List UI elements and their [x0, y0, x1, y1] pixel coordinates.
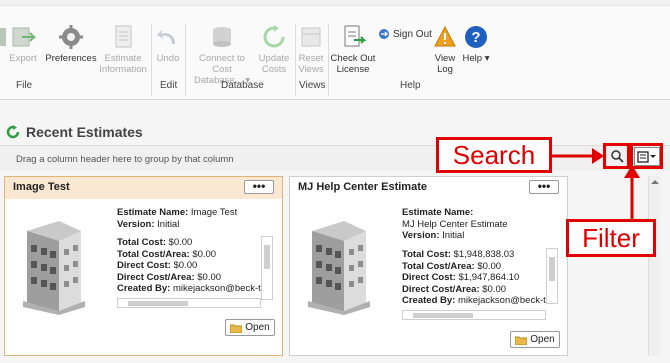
estimate-card[interactable]: MJ Help Center Estimate ••• Estimate Nam…: [289, 176, 568, 356]
license-icon: [344, 25, 366, 47]
cost-summary: Total Cost: $1,948,838.03 Total Cost/Are…: [402, 249, 560, 309]
version: Initial: [442, 230, 465, 241]
refresh-icon: [263, 25, 285, 48]
created-by-value: mikejackson@beck-te: [172, 283, 267, 294]
open-label: Open: [530, 334, 555, 345]
direct-cost-area-label: Direct Cost/Area:: [117, 271, 195, 283]
database-icon: [213, 27, 231, 47]
export-button[interactable]: Export: [8, 24, 38, 64]
total-cost-value: $1,948,838.03: [453, 249, 515, 260]
scroll-thumb[interactable]: [549, 257, 555, 281]
recent-estimates-header: Recent Estimates: [6, 124, 143, 140]
group-hint-text: Drag a column header here to group by th…: [16, 154, 234, 165]
direct-cost-value: $1,947,864.10: [458, 272, 520, 283]
card-meta: Estimate Name: MJ Help Center Estimate V…: [402, 207, 508, 242]
ribbon: Export Preferences Estimate Information …: [0, 0, 670, 100]
cost-horizontal-scrollbar[interactable]: [117, 298, 261, 308]
total-cost-area-label: Total Cost/Area:: [117, 248, 190, 260]
scroll-thumb[interactable]: [413, 313, 473, 318]
sign-out-icon: [379, 29, 389, 39]
update-costs-button[interactable]: Update Costs: [256, 24, 292, 75]
export-icon: [12, 27, 36, 47]
ribbon-separator: [151, 24, 152, 96]
scroll-up-icon[interactable]: [650, 178, 660, 186]
estimate-name: MJ Help Center Estimate: [402, 218, 508, 230]
view-log-button[interactable]: View Log: [432, 24, 458, 75]
card-title: Image Test: [13, 181, 70, 193]
ribbon-group-help: Help: [400, 80, 421, 91]
building-icon: [308, 221, 370, 315]
folder-icon: [515, 336, 528, 345]
ribbon-group-views: Views: [299, 80, 326, 91]
total-cost-label: Total Cost:: [402, 249, 451, 260]
filter-annotation: Filter: [566, 219, 656, 257]
ribbon-group-edit: Edit: [160, 80, 178, 91]
ribbon-separator: [295, 24, 296, 96]
open-button[interactable]: Open: [510, 331, 560, 348]
help-button[interactable]: ? Help ▾: [460, 24, 492, 64]
folder-icon: [230, 324, 243, 333]
ribbon-top-strip: [0, 0, 670, 6]
total-cost-area-value: $0.00: [477, 260, 502, 272]
open-label: Open: [245, 322, 270, 333]
document-icon: [115, 25, 132, 48]
card-header: Image Test •••: [5, 177, 282, 199]
card-title: MJ Help Center Estimate: [298, 181, 427, 193]
estimate-name-label: Estimate Name:: [117, 207, 189, 218]
created-by-label: Created By:: [402, 295, 456, 306]
cost-vertical-scrollbar[interactable]: [546, 248, 558, 304]
page-title: Recent Estimates: [26, 124, 143, 140]
search-annotation: Search: [436, 137, 552, 173]
estimate-name: Image Test: [190, 207, 238, 218]
sign-out-button[interactable]: Sign Out: [378, 28, 432, 40]
undo-icon: [157, 29, 175, 44]
open-button[interactable]: Open: [225, 319, 275, 336]
total-cost-label: Total Cost:: [117, 237, 166, 248]
card-menu-button[interactable]: •••: [529, 180, 559, 194]
warning-icon: [434, 25, 456, 47]
connect-to-cost-database-button[interactable]: Connect to Cost Database... ▾: [188, 24, 256, 86]
reset-views-button[interactable]: Reset Views: [297, 24, 325, 75]
svg-text:?: ?: [471, 29, 480, 46]
total-cost-area-value: $0.00: [192, 248, 217, 260]
version-label: Version:: [402, 230, 440, 241]
direct-cost-area-value: $0.00: [197, 271, 222, 283]
direct-cost-area-label: Direct Cost/Area:: [402, 283, 480, 295]
estimate-name-label: Estimate Name:: [402, 207, 474, 218]
preferences-button[interactable]: Preferences: [44, 24, 98, 64]
building-icon: [23, 221, 85, 315]
refresh-icon[interactable]: [6, 125, 20, 139]
arrow-icon: [624, 165, 640, 220]
card-menu-button[interactable]: •••: [244, 180, 274, 194]
cost-vertical-scrollbar[interactable]: [261, 236, 273, 300]
check-out-license-button[interactable]: Check Out License: [330, 24, 376, 75]
direct-cost-label: Direct Cost:: [402, 272, 456, 283]
created-by-label: Created By:: [117, 283, 171, 294]
gear-icon: [59, 25, 83, 49]
direct-cost-value: $0.00: [173, 260, 198, 271]
ribbon-separator: [328, 24, 329, 96]
ribbon-group-file: File: [16, 80, 33, 91]
reset-views-icon: [301, 27, 321, 47]
help-icon: ?: [465, 26, 487, 48]
total-cost-value: $0.00: [168, 237, 193, 248]
version-label: Version:: [117, 218, 155, 230]
estimate-information-button[interactable]: Estimate Information: [98, 24, 148, 75]
scroll-thumb[interactable]: [264, 245, 270, 269]
scroll-thumb[interactable]: [128, 301, 188, 306]
card-meta: Estimate Name: Image Test Version: Initi…: [117, 207, 237, 230]
card-header: MJ Help Center Estimate •••: [290, 177, 567, 199]
arrow-icon: [550, 148, 604, 164]
ribbon-group-database: Database: [221, 80, 264, 91]
ribbon-separator: [185, 24, 186, 96]
version: Initial: [157, 218, 180, 230]
direct-cost-label: Direct Cost:: [117, 260, 171, 271]
undo-button[interactable]: Undo: [154, 24, 182, 64]
estimate-card[interactable]: Image Test ••• Estimate Name: Image Test…: [4, 176, 283, 356]
total-cost-area-label: Total Cost/Area:: [402, 260, 475, 272]
cost-horizontal-scrollbar[interactable]: [402, 310, 546, 320]
direct-cost-area-value: $0.00: [482, 283, 507, 295]
created-by-value: mikejackson@beck-te: [457, 295, 552, 306]
main-vertical-scrollbar[interactable]: [648, 176, 660, 356]
